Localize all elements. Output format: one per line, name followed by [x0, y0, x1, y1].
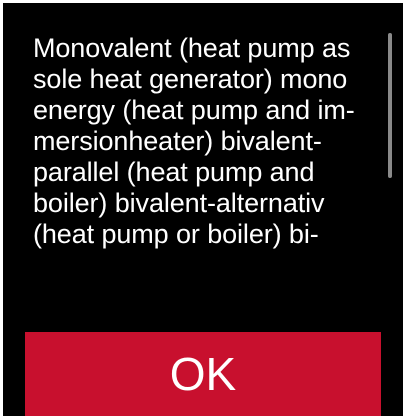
scrollbar-thumb[interactable]	[388, 33, 392, 178]
message-text: Monovalent (heat pump as sole heat gener…	[33, 33, 355, 249]
info-dialog: Monovalent (heat pump as sole heat gener…	[3, 3, 403, 416]
message-scroll-area[interactable]: Monovalent (heat pump as sole heat gener…	[33, 33, 373, 275]
scrollbar[interactable]	[388, 33, 392, 275]
ok-button[interactable]: OK	[25, 332, 381, 416]
